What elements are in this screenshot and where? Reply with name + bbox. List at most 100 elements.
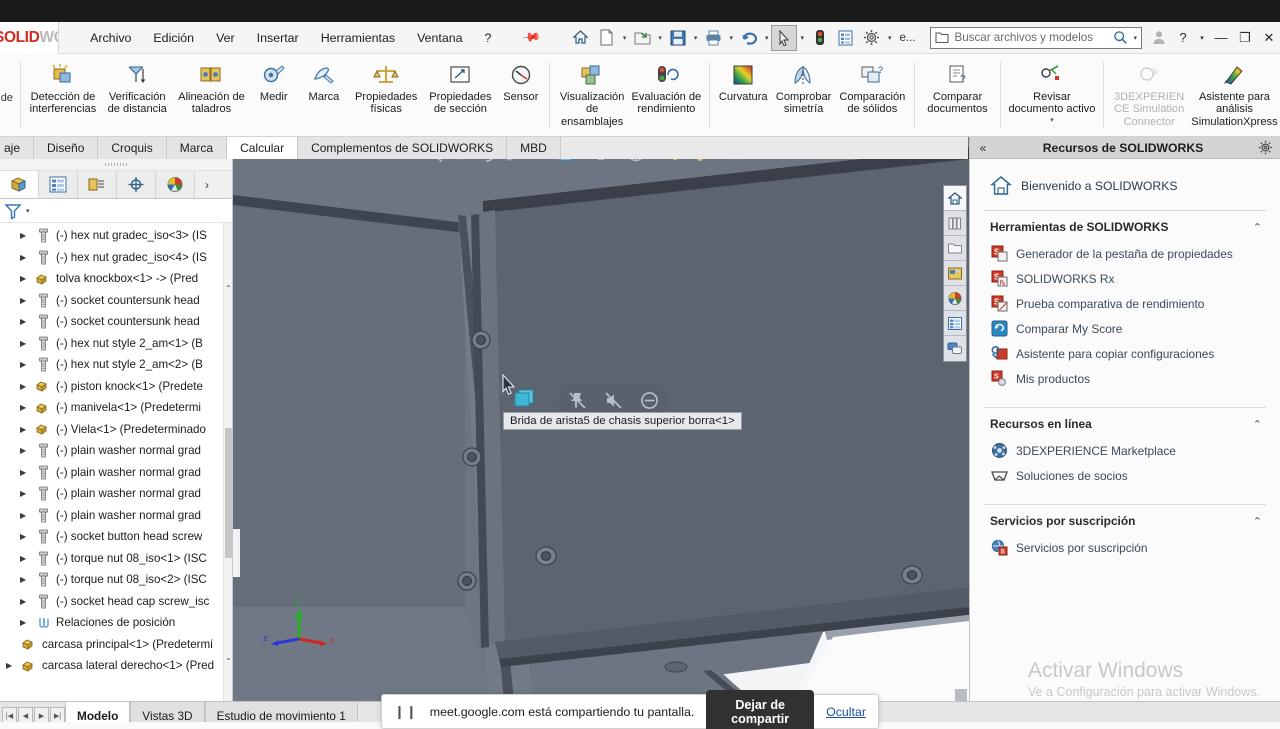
copy-settings-wizard-item[interactable]: Asistente para copiar configuraciones bbox=[984, 341, 1266, 366]
restore-button[interactable]: ❐ bbox=[1234, 26, 1256, 50]
partner-solutions-item[interactable]: Soluciones de socios bbox=[984, 463, 1266, 488]
expand-chevron-icon[interactable]: ▶ bbox=[20, 253, 31, 262]
tree-scroll-thumb[interactable] bbox=[225, 428, 232, 558]
compare-my-score-item[interactable]: Comparar My Score bbox=[984, 316, 1266, 341]
feature-manager-tab[interactable] bbox=[0, 171, 39, 198]
compare-documents-button[interactable]: ? Comparar documentos bbox=[920, 58, 994, 116]
view-palette-icon[interactable] bbox=[944, 286, 966, 311]
tree-item[interactable]: ▶ (-) socket button head screw bbox=[0, 526, 232, 548]
markup-button[interactable]: Marca bbox=[299, 58, 349, 103]
chevron-up-icon[interactable]: ⌃ bbox=[1253, 221, 1262, 234]
menu-insertar[interactable]: Insertar bbox=[246, 27, 310, 49]
section-header-online-resources[interactable]: Recursos en línea ⌃ bbox=[984, 408, 1266, 438]
menu-archivo[interactable]: Archivo bbox=[79, 27, 142, 49]
tree-item[interactable]: ▶ (-) plain washer normal grad bbox=[0, 483, 232, 505]
performance-benchmark-item[interactable]: S Prueba comparativa de rendimiento bbox=[984, 291, 1266, 316]
custom-properties-icon[interactable] bbox=[944, 311, 966, 336]
appearances-library-icon[interactable] bbox=[944, 211, 966, 236]
tree-scroll-up-icon[interactable]: ⌃ bbox=[225, 283, 232, 294]
expand-chevron-icon[interactable]: ▶ bbox=[20, 554, 31, 563]
dimxpert-manager-tab[interactable] bbox=[117, 171, 156, 198]
section-header-subscription-services[interactable]: Servicios por suscripción ⌃ bbox=[984, 505, 1266, 535]
tree-item[interactable]: ▶ (-) plain washer normal grad bbox=[0, 440, 232, 462]
tree-item[interactable]: ▶ (-) torque nut 08_iso<1> (ISC bbox=[0, 548, 232, 570]
expand-chevron-icon[interactable]: ▶ bbox=[20, 511, 31, 520]
tree-item[interactable]: ▶ (-) socket head cap screw_isc bbox=[0, 591, 232, 613]
chevron-up-icon[interactable]: ⌃ bbox=[1253, 515, 1262, 528]
menu-help[interactable]: ? bbox=[474, 27, 503, 49]
chevron-up-icon[interactable]: ⌃ bbox=[1253, 418, 1262, 431]
menu-edicion[interactable]: Edición bbox=[142, 27, 205, 49]
expand-chevron-icon[interactable]: ▶ bbox=[20, 489, 31, 498]
tree-item[interactable]: ▶carcasa principal<1> (Predetermi bbox=[0, 634, 232, 656]
section-header-solidworks-tools[interactable]: Herramientas de SOLIDWORKS ⌃ bbox=[984, 211, 1266, 241]
tree-scroll-down-icon[interactable]: ⌄ bbox=[225, 652, 232, 663]
menu-ver[interactable]: Ver bbox=[205, 27, 246, 49]
my-products-item[interactable]: S Mis productos bbox=[984, 366, 1266, 391]
expand-chevron-icon[interactable]: ▶ bbox=[6, 661, 17, 670]
expand-chevron-icon[interactable]: ▶ bbox=[20, 296, 31, 305]
qat-overflow-label[interactable]: e... bbox=[895, 32, 921, 44]
3dexperience-simulation-connector-button[interactable]: 3DEXPERIENCE Simulation Connector bbox=[1109, 58, 1189, 128]
viewport-scroll-bottom[interactable] bbox=[955, 689, 967, 701]
tree-item[interactable]: ▶ (-) manivela<1> (Predetermi bbox=[0, 397, 232, 419]
tree-item[interactable]: ▶ (-) piston knock<1> (Predete bbox=[0, 376, 232, 398]
interference-detection-button[interactable]: Detección de interferencias bbox=[26, 58, 100, 116]
undo-caret-icon[interactable]: ▾ bbox=[762, 34, 772, 42]
configuration-manager-tab[interactable] bbox=[78, 171, 117, 198]
save-icon[interactable] bbox=[665, 25, 691, 51]
stop-sharing-button[interactable]: Dejar de compartir bbox=[706, 689, 815, 729]
search-input[interactable] bbox=[954, 31, 1109, 44]
search-icon[interactable] bbox=[1113, 30, 1128, 45]
close-button[interactable]: ✕ bbox=[1258, 26, 1280, 50]
tree-item[interactable]: ▶ (-) hex nut gradec_iso<4> (IS bbox=[0, 247, 232, 269]
new-document-icon[interactable] bbox=[594, 25, 620, 51]
tree-item[interactable]: ▶ (-) hex nut gradec_iso<3> (IS bbox=[0, 225, 232, 247]
expand-chevron-icon[interactable]: ▶ bbox=[20, 468, 31, 477]
assembly-visualization-button[interactable]: Visualización de ensamblajes bbox=[555, 58, 629, 128]
expand-chevron-icon[interactable]: ▶ bbox=[20, 360, 31, 369]
tree-item[interactable]: ▶ (-) socket countersunk head bbox=[0, 290, 232, 312]
options-gear-icon[interactable] bbox=[859, 25, 885, 51]
menu-ventana[interactable]: Ventana bbox=[406, 27, 473, 49]
menu-herramientas[interactable]: Herramientas bbox=[310, 27, 406, 49]
feature-tree-scrollbar[interactable]: ⌃ ⌄ bbox=[223, 223, 232, 701]
tab-mbd[interactable]: MBD bbox=[507, 137, 561, 159]
welcome-to-solidworks-item[interactable]: Bienvenido a SOLIDWORKS bbox=[984, 159, 1266, 210]
tree-item[interactable]: ▶ carcasa lateral derecho<1> (Pred bbox=[0, 655, 232, 677]
suppress-icon[interactable] bbox=[636, 387, 662, 413]
simulationxpress-wizard-button[interactable]: Asistente para análisis SimulationXpress bbox=[1189, 58, 1280, 128]
minimize-button[interactable]: — bbox=[1210, 26, 1232, 50]
unpin-icon[interactable] bbox=[564, 387, 590, 413]
rebuild-traffic-light-icon[interactable] bbox=[807, 25, 833, 51]
feature-tree[interactable]: ▶ (-) hex nut gradec_iso<3> (IS ▶ (-) hex n… bbox=[0, 223, 232, 701]
tree-item[interactable]: ▶ (-) plain washer normal grad bbox=[0, 505, 232, 527]
search-caret-icon[interactable]: ▾ bbox=[1133, 34, 1137, 42]
expand-chevron-icon[interactable]: ▶ bbox=[20, 597, 31, 606]
3dexperience-marketplace-item[interactable]: 3DEXPERIENCE Marketplace bbox=[984, 438, 1266, 463]
expand-chevron-icon[interactable]: ▶ bbox=[20, 575, 31, 584]
tree-item[interactable]: ▶ tolva knockbox<1> -> (Pred bbox=[0, 268, 232, 290]
check-active-document-caret-icon[interactable]: ▾ bbox=[1050, 117, 1054, 124]
expand-chevron-icon[interactable]: ▶ bbox=[20, 231, 31, 240]
hide-sharing-bar-link[interactable]: Ocultar bbox=[826, 705, 866, 719]
feature-tree-filter[interactable]: ▾ bbox=[0, 199, 232, 223]
task-pane-collapse-icon[interactable]: « bbox=[970, 141, 996, 155]
tab-calcular[interactable]: Calcular bbox=[227, 137, 299, 159]
select-arrow-icon[interactable] bbox=[771, 24, 798, 51]
filter-caret-icon[interactable]: ▾ bbox=[26, 207, 30, 215]
tab-croquis[interactable]: Croquis bbox=[98, 137, 167, 159]
gear-icon[interactable] bbox=[1250, 140, 1280, 155]
expand-chevron-icon[interactable]: ▶ bbox=[20, 618, 31, 627]
expand-chevron-icon[interactable]: ▶ bbox=[20, 446, 31, 455]
undo-icon[interactable] bbox=[736, 25, 762, 51]
clearance-verification-button[interactable]: Verificación de distancia bbox=[100, 58, 174, 116]
tree-item[interactable]: ▶ Relaciones de posición bbox=[0, 612, 232, 634]
property-manager-tab[interactable] bbox=[39, 171, 78, 198]
search-box[interactable]: ▾ bbox=[930, 26, 1142, 49]
hide-component-icon[interactable] bbox=[600, 387, 626, 413]
hole-alignment-button[interactable]: Alineación de taladros bbox=[174, 58, 248, 116]
file-explorer-icon[interactable] bbox=[944, 261, 966, 286]
property-tab-builder-item[interactable]: S Generador de la pestaña de propiedades bbox=[984, 241, 1266, 266]
solid-comparison-button[interactable]: ? Comparación de sólidos bbox=[835, 58, 909, 116]
